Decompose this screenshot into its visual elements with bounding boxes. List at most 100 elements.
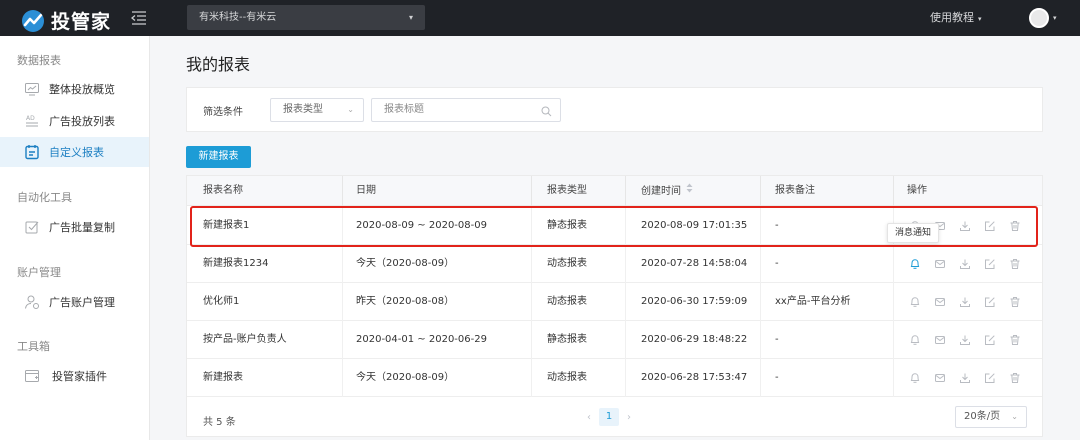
column-divider	[342, 245, 343, 283]
sidebar-item-label: 投管家插件	[52, 370, 107, 383]
column-divider	[342, 283, 343, 321]
mail-icon[interactable]	[932, 332, 948, 348]
chevron-down-icon: ▾	[408, 13, 413, 22]
sort-icon[interactable]	[686, 176, 693, 206]
edit-icon[interactable]	[982, 256, 998, 272]
cell-date: 今天（2020-08-09）	[356, 258, 455, 269]
table-row[interactable]: 新建报表 今天（2020-08-09） 动态报表 2020-06-28 17:53:4…	[187, 359, 1042, 397]
column-divider	[760, 176, 761, 206]
delete-icon[interactable]	[1007, 256, 1023, 272]
edit-icon[interactable]	[982, 218, 998, 234]
report-type-select[interactable]: 报表类型 ⌄	[270, 98, 364, 122]
edit-icon[interactable]	[982, 294, 998, 310]
download-icon[interactable]	[957, 256, 973, 272]
row-actions	[907, 359, 1023, 397]
bell-icon[interactable]	[907, 294, 923, 310]
cell-report-type: 动态报表	[547, 296, 587, 307]
download-icon[interactable]	[957, 218, 973, 234]
column-divider	[625, 245, 626, 283]
svg-text:AD: AD	[26, 115, 35, 122]
cell-report-name[interactable]: 按产品-账户负责人	[203, 321, 287, 359]
mail-icon[interactable]	[932, 256, 948, 272]
monitor-icon	[24, 81, 40, 97]
cell-note: -	[775, 220, 779, 231]
delete-icon[interactable]	[1007, 370, 1023, 386]
brand-logo[interactable]: 投管家	[22, 7, 111, 34]
download-icon[interactable]	[957, 294, 973, 310]
sidebar-item-label: 广告批量复制	[49, 221, 115, 234]
cell-report-type: 静态报表	[547, 220, 587, 231]
new-report-button[interactable]: 新建报表	[186, 146, 251, 168]
cell-date: 2020-08-09 ~ 2020-08-09	[356, 220, 487, 231]
column-divider	[625, 321, 626, 359]
chevron-down-icon: ⌄	[347, 105, 354, 114]
sidebar-item-plugin[interactable]: 投管家插件	[0, 361, 149, 391]
column-divider	[893, 245, 894, 283]
next-page-icon[interactable]: ›	[627, 412, 631, 423]
help-menu[interactable]: 使用教程 ▾	[930, 0, 982, 36]
chevron-down-icon: ⌄	[1011, 412, 1018, 421]
sidebar-item-overview[interactable]: 整体投放概览	[0, 74, 149, 104]
sidebar-item-custom-report[interactable]: 自定义报表	[0, 137, 149, 167]
sidebar-item-batch-copy[interactable]: 广告批量复制	[0, 212, 149, 242]
column-divider	[625, 283, 626, 321]
cell-created-time: 2020-08-09 17:01:35	[641, 220, 748, 231]
cell-report-name[interactable]: 优化师1	[203, 283, 239, 321]
cell-report-name[interactable]: 新建报表	[203, 359, 243, 397]
column-header-created[interactable]: 创建时间	[641, 176, 693, 206]
report-table: 报表名称 日期 报表类型 创建时间 报表备注 操作 新建报表1 2020-08-0…	[186, 175, 1043, 437]
sidebar-item-ad-list[interactable]: AD 广告投放列表	[0, 106, 149, 136]
sidebar-group-toolbox: 工具箱	[17, 340, 50, 353]
download-icon[interactable]	[957, 370, 973, 386]
sidebar-item-account-manage[interactable]: 广告账户管理	[0, 287, 149, 317]
edit-icon[interactable]	[982, 332, 998, 348]
avatar[interactable]	[1029, 8, 1049, 28]
column-divider	[760, 207, 761, 245]
cell-report-type: 动态报表	[547, 258, 587, 269]
edit-icon[interactable]	[982, 370, 998, 386]
column-header-note: 报表备注	[775, 185, 815, 196]
chevron-down-icon: ▾	[978, 15, 982, 23]
menu-collapse-icon[interactable]	[130, 11, 147, 25]
table-header: 报表名称 日期 报表类型 创建时间 报表备注 操作	[187, 176, 1042, 206]
delete-icon[interactable]	[1007, 218, 1023, 234]
bell-icon[interactable]	[907, 332, 923, 348]
custom-report-icon	[24, 144, 40, 160]
cell-report-name[interactable]: 新建报表1	[203, 207, 249, 245]
filter-bar: 筛选条件 报表类型 ⌄ 报表标题	[186, 87, 1043, 132]
bell-icon[interactable]	[907, 256, 923, 272]
bell-icon[interactable]	[907, 370, 923, 386]
report-type-placeholder: 报表类型	[283, 104, 323, 115]
top-bar: 投管家 有米科技--有米云 ▾ 使用教程 ▾ ▾	[0, 0, 1080, 36]
delete-icon[interactable]	[1007, 332, 1023, 348]
prev-page-icon[interactable]: ‹	[587, 412, 591, 423]
download-icon[interactable]	[957, 332, 973, 348]
report-title-placeholder: 报表标题	[384, 104, 424, 115]
column-divider	[625, 176, 626, 206]
column-divider	[342, 207, 343, 245]
column-divider	[760, 245, 761, 283]
search-icon[interactable]	[541, 104, 552, 126]
account-selector[interactable]: 有米科技--有米云 ▾	[187, 5, 425, 30]
cell-created-time: 2020-07-28 14:58:04	[641, 258, 748, 269]
chevron-down-icon[interactable]: ▾	[1053, 0, 1057, 36]
sidebar-group-automation: 自动化工具	[17, 191, 72, 204]
column-divider	[760, 321, 761, 359]
page-size-select[interactable]: 20条/页 ⌄	[955, 406, 1027, 428]
table-row[interactable]: 新建报表1234 今天（2020-08-09） 动态报表 2020-07-28 14:…	[187, 245, 1042, 283]
column-divider	[625, 359, 626, 397]
report-title-search-input[interactable]: 报表标题	[371, 98, 561, 122]
column-divider	[531, 359, 532, 397]
column-header-name: 报表名称	[203, 185, 243, 196]
cell-report-name[interactable]: 新建报表1234	[203, 245, 268, 283]
sidebar-group-accounts: 账户管理	[17, 266, 61, 279]
mail-icon[interactable]	[932, 294, 948, 310]
delete-icon[interactable]	[1007, 294, 1023, 310]
cell-note: -	[775, 334, 779, 345]
column-divider	[893, 321, 894, 359]
table-row[interactable]: 按产品-账户负责人 2020-04-01 ~ 2020-06-29 静态报表 2020…	[187, 321, 1042, 359]
page-number-current[interactable]: 1	[599, 408, 619, 426]
column-divider	[342, 321, 343, 359]
table-row[interactable]: 优化师1 昨天（2020-08-08） 动态报表 2020-06-30 17:59:0…	[187, 283, 1042, 321]
mail-icon[interactable]	[932, 370, 948, 386]
